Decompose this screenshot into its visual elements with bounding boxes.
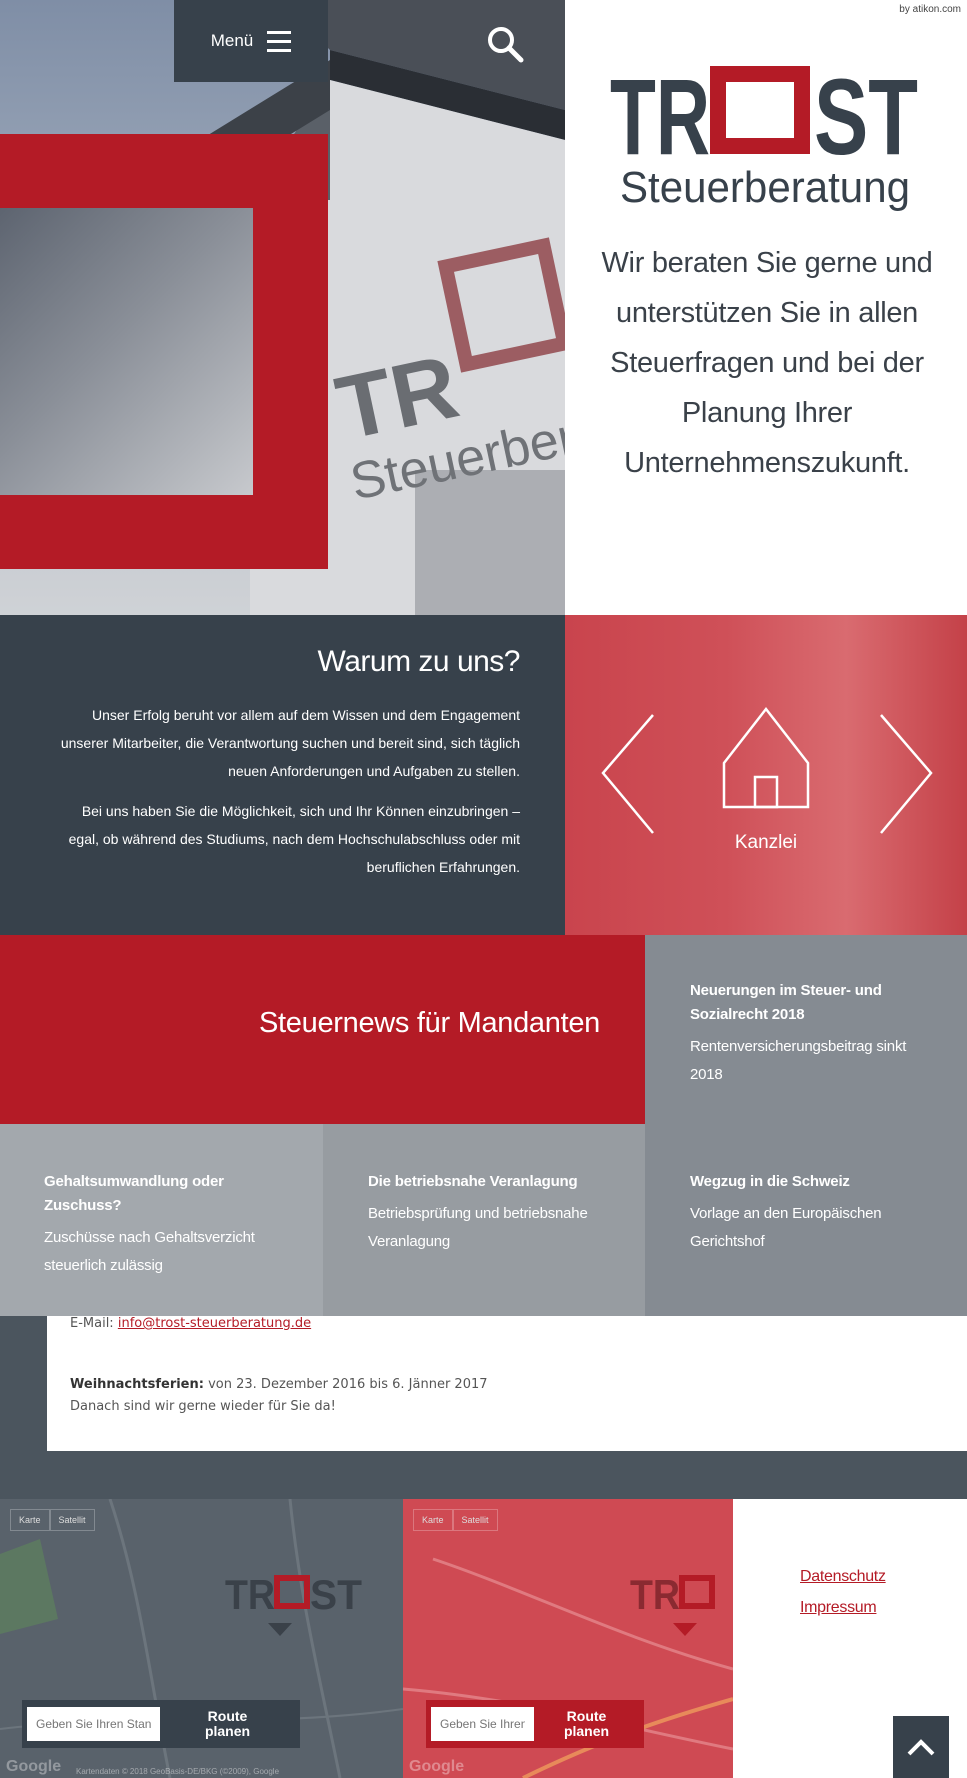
svg-text:ST: ST	[310, 1571, 362, 1618]
news-header[interactable]: Steuernews für Mandanten	[0, 935, 645, 1124]
hamburger-icon	[267, 30, 292, 52]
email-label: E-Mail:	[70, 1316, 114, 1331]
svg-text:TR: TR	[225, 1571, 275, 1618]
page: TR Steuerbera Menü by atikon.com TR ST S…	[0, 0, 967, 1778]
news-tile[interactable]: Die betriebsnahe Veranlagung Betriebsprü…	[323, 1124, 645, 1316]
route-planner-1: Route planen	[22, 1700, 300, 1748]
tab-map[interactable]: Karte	[413, 1509, 453, 1531]
imprint-link[interactable]: Impressum	[800, 1599, 886, 1617]
footer-links: Datenschutz Impressum	[800, 1568, 886, 1630]
route-label-line1: Route	[207, 1708, 248, 1724]
tab-satellite[interactable]: Satellit	[452, 1509, 498, 1531]
why-us-paragraph-2: Bei uns haben Sie die Möglichkeit, sich …	[68, 803, 520, 875]
news-tile-title: Die betriebsnahe Veranlagung	[368, 1173, 578, 1190]
news-tile[interactable]: Neuerungen im Steuer- und Sozialrecht 20…	[645, 935, 967, 1124]
news-tile-text: Zuschüsse nach Gehaltsverzicht steuerlic…	[44, 1229, 255, 1274]
location-input[interactable]	[431, 1707, 534, 1741]
brand-logo[interactable]: TR ST Steuerberatung	[610, 56, 920, 222]
tab-map[interactable]: Karte	[10, 1509, 50, 1531]
tab-satellite[interactable]: Satellit	[49, 1509, 95, 1531]
hero-photo: TR Steuerbera	[0, 0, 565, 615]
svg-text:TR: TR	[630, 1571, 680, 1618]
credit-link[interactable]: by atikon.com	[899, 4, 961, 15]
house-icon	[722, 706, 810, 809]
privacy-link[interactable]: Datenschutz	[800, 1568, 886, 1586]
contact-email-row: E-Mail: info@trost-steuerberatung.de	[70, 1316, 311, 1331]
hero-frame-image	[0, 208, 253, 495]
route-planner-2: Route planen	[426, 1700, 644, 1748]
location-input[interactable]	[27, 1707, 160, 1741]
google-logo: Google	[6, 1758, 62, 1775]
svg-text:ST: ST	[814, 62, 918, 177]
prev-arrow-icon	[601, 714, 654, 834]
why-us-section: Warum zu uns? Unser Erfolg beruht vor al…	[0, 615, 565, 935]
slider-label: Kanzlei	[734, 832, 798, 853]
holiday-notice: Weihnachtsferien: von 23. Dezember 2016 …	[70, 1374, 488, 1418]
route-button[interactable]: Route planen	[534, 1709, 639, 1739]
news-title: Steuernews für Mandanten	[258, 1007, 600, 1039]
menu-button[interactable]: Menü	[174, 0, 328, 82]
news-tile-text: Vorlage an den Europäischen Gerichtshof	[690, 1205, 882, 1250]
why-us-title: Warum zu uns?	[317, 645, 521, 678]
google-logo: Google	[409, 1758, 465, 1775]
holiday-label: Weihnachtsferien:	[70, 1377, 204, 1392]
news-tile-text: Betriebsprüfung und betriebsnahe Veranla…	[368, 1205, 588, 1250]
route-label-line1: Route	[566, 1708, 607, 1724]
route-label-line2: planen	[563, 1723, 610, 1739]
search-icon	[488, 27, 524, 63]
logo-graphic: TR ST Steuerberatung	[610, 56, 918, 212]
news-tile-title: Gehaltsumwandlung oder Zuschuss?	[44, 1173, 224, 1214]
holiday-text: von 23. Dezember 2016 bis 6. Jänner 2017	[208, 1377, 488, 1392]
map-attribution: Kartendaten © 2018 GeoBasis-DE/BKG (©200…	[76, 1767, 280, 1776]
menu-label: Menü	[210, 31, 254, 50]
route-button[interactable]: Route planen	[160, 1709, 295, 1739]
news-tile[interactable]: Gehaltsumwandlung oder Zuschuss? Zuschüs…	[0, 1124, 323, 1316]
svg-text:Steuerberatung: Steuerberatung	[620, 163, 910, 212]
news-tile-text: Rentenversicherungsbeitrag sinkt 2018	[690, 1038, 907, 1083]
kanzlei-slider[interactable]: Kanzlei	[565, 615, 967, 935]
route-label-line2: planen	[204, 1723, 251, 1739]
map-type-tabs: Karte Satellit	[413, 1509, 498, 1531]
holiday-note: Danach sind wir gerne wieder für Sie da!	[70, 1399, 336, 1414]
news-tile[interactable]: Wegzug in die Schweiz Vorlage an den Eur…	[645, 1124, 967, 1316]
news-tile-title: Wegzug in die Schweiz	[690, 1173, 850, 1190]
slider-graphics	[601, 706, 933, 834]
hero-tagline: Wir beraten Sie gerne und unterstützen S…	[601, 247, 933, 479]
next-arrow-icon	[880, 714, 933, 834]
chevron-up-icon	[907, 1739, 935, 1756]
email-link[interactable]: info@trost-steuerberatung.de	[118, 1316, 311, 1331]
map-type-tabs: Karte Satellit	[10, 1509, 95, 1531]
why-us-paragraph-1: Unser Erfolg beruht vor allem auf dem Wi…	[60, 707, 520, 779]
search-button[interactable]	[485, 24, 525, 64]
svg-text:TR: TR	[610, 62, 710, 177]
contact-card: E-Mail: info@trost-steuerberatung.de Wei…	[47, 1316, 967, 1451]
back-to-top-button[interactable]	[893, 1716, 949, 1778]
news-tile-title: Neuerungen im Steuer- und Sozialrecht 20…	[690, 982, 882, 1023]
